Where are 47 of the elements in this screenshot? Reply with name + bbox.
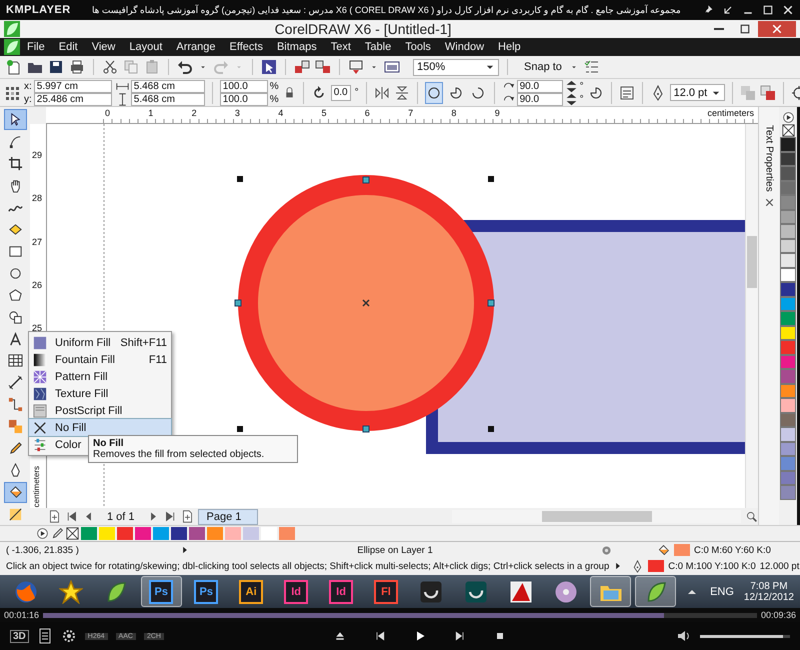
- degree-label: °: [354, 87, 359, 98]
- ruler-label: 5: [320, 108, 327, 118]
- ruler-label: 0: [104, 108, 110, 118]
- ruler-label: 6: [364, 108, 370, 118]
- docker-title: Text Properties: [764, 125, 774, 192]
- clock-time: 7:08 PM: [750, 580, 788, 592]
- ruler-unit-label: centimeters: [32, 466, 41, 507]
- app-tile-icon: Ps: [149, 580, 174, 604]
- ruler-label: 9: [494, 108, 500, 118]
- window-title: CorelDRAW X6 - [Untitled-1]: [274, 21, 452, 37]
- ruler-label: 28: [32, 193, 42, 204]
- ruler-label: 25: [32, 323, 42, 334]
- selection-info: Ellipse on Layer 1: [356, 544, 434, 556]
- elapsed-time: 00:01:16: [4, 610, 40, 620]
- degree-label: °: [580, 94, 584, 104]
- percent-label: %: [270, 80, 279, 92]
- ruler-label: 27: [32, 236, 42, 247]
- app-tile-icon: Id: [329, 580, 354, 604]
- app-tile-icon: Ps: [194, 580, 218, 604]
- outline-color-value: C:0 M:100 Y:100 K:0: [668, 560, 756, 572]
- app-tile-icon: Fl: [374, 580, 398, 604]
- ruler-label: 8: [450, 108, 456, 118]
- clock-date: 12/12/2012: [744, 592, 794, 602]
- ruler-label: 29: [32, 150, 42, 160]
- player-logo: KMPLAYER: [6, 4, 71, 16]
- x-label: x:: [24, 80, 32, 92]
- app-tile-icon: Id: [284, 580, 308, 604]
- page-count: 1 of 1: [106, 510, 136, 522]
- app-tile-icon: Ai: [239, 580, 264, 604]
- ruler-label: 1: [147, 108, 154, 118]
- ruler-unit-label: centimeters: [707, 108, 754, 118]
- degree-label: °: [580, 80, 584, 92]
- ruler-label: 4: [277, 108, 284, 118]
- ruler-label: 2: [190, 108, 197, 118]
- tooltip-title: No Fill: [93, 438, 125, 449]
- outline-width-value: 12.000 pt: [760, 560, 800, 572]
- ruler-label: 26: [32, 280, 42, 290]
- percent-label: %: [270, 94, 279, 104]
- ruler-label: 7: [407, 108, 414, 118]
- total-time: 00:09:36: [760, 610, 796, 620]
- ruler-label: 3: [234, 108, 240, 118]
- fill-color-value: C:0 M:60 Y:60 K:0: [694, 544, 772, 556]
- cursor-coordinates: ( -1.306, 21.835 ): [6, 544, 80, 556]
- video-title: مجموعه آموزشی جامع . گام به گام و کاربردی نرم افزار کارل دراو X6 ( COREL DRAW X6 ) مدرس : سعید فدایی (تیچرمن) گروه آموزشی پادشاه گرافیست ها: [90, 4, 682, 16]
- status-hint: Click an object twice for rotating/skewing; dbl-clicking tool selects all objects; Shift+click multi-selects; Alt+click digs; Ctrl+click selects in a group: [6, 560, 610, 572]
- tooltip-text: Removes the fill from selected objects.: [93, 449, 266, 460]
- y-label: y:: [24, 94, 32, 104]
